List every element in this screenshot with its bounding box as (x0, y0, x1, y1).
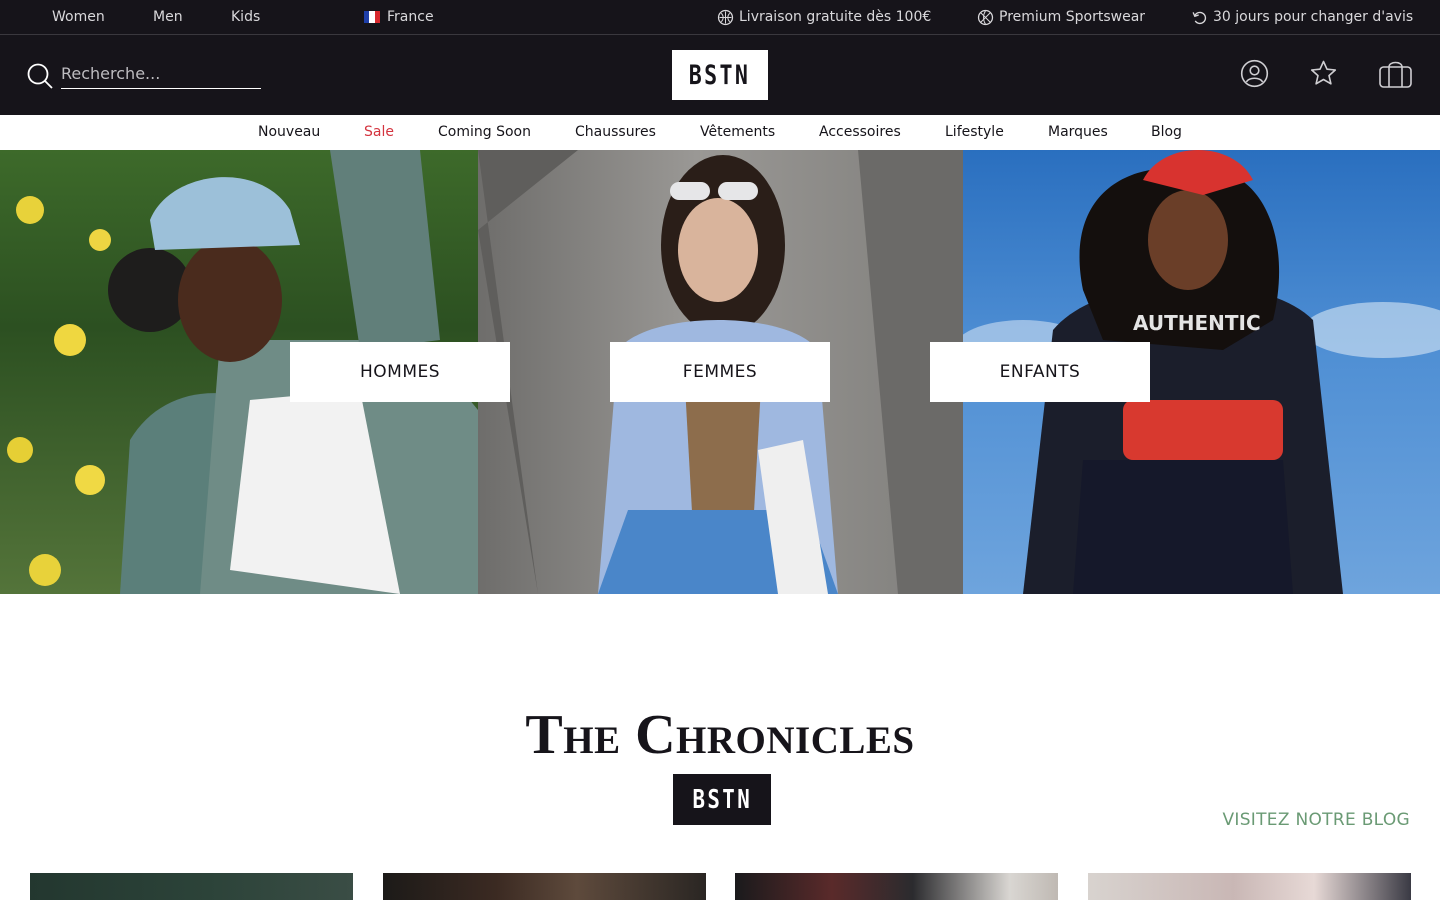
basketball-icon (977, 9, 994, 25)
nav-item-blog[interactable]: Blog (1151, 115, 1182, 150)
account-icon (1240, 59, 1269, 88)
nav-item-accessoires[interactable]: Accessoires (819, 115, 901, 150)
visit-blog-link[interactable]: VISITEZ NOTRE BLOG (1222, 810, 1410, 830)
usp-returns-label: 30 jours pour changer d'avis (1213, 9, 1414, 25)
blog-card-image[interactable] (735, 873, 1058, 900)
nav-item-chaussures[interactable]: Chaussures (575, 115, 656, 150)
cart-button[interactable] (1378, 59, 1413, 89)
chronicles-title: The Chronicles (525, 704, 915, 766)
search-icon[interactable] (26, 62, 54, 90)
nav-item-vetements[interactable]: Vêtements (700, 115, 775, 150)
site-header: BSTN (0, 35, 1440, 115)
ball-icon (717, 9, 734, 25)
category-button-women[interactable]: FEMMES (610, 342, 830, 402)
nav-item-lifestyle[interactable]: Lifestyle (945, 115, 1004, 150)
svg-text:AUTHENTIC: AUTHENTIC (1133, 311, 1261, 335)
logo-text: BSTN (689, 59, 751, 91)
main-navigation: Nouveau Sale Coming Soon Chaussures Vête… (0, 115, 1440, 150)
shopping-bag-icon (1379, 61, 1412, 88)
usp-premium-label: Premium Sportswear (999, 9, 1146, 25)
star-icon (1310, 60, 1337, 85)
audience-link-men[interactable]: Men (153, 0, 183, 34)
country-label: France (387, 9, 434, 25)
search-input[interactable] (61, 58, 261, 89)
france-flag-icon (364, 11, 380, 23)
nav-item-sale[interactable]: Sale (364, 115, 394, 150)
usp-premium: Premium Sportswear (977, 0, 1145, 34)
usp-returns: 30 jours pour changer d'avis (1191, 0, 1413, 34)
chronicles-bstn-logo: BSTN (673, 774, 771, 825)
audience-link-women[interactable]: Women (52, 0, 105, 34)
top-utility-bar: Women Men Kids France Livraison gratuite… (0, 0, 1440, 35)
nav-item-marques[interactable]: Marques (1048, 115, 1108, 150)
audience-link-kids[interactable]: Kids (231, 0, 260, 34)
account-button[interactable] (1240, 59, 1269, 88)
wishlist-button[interactable] (1309, 59, 1338, 88)
country-selector[interactable]: France (364, 0, 434, 34)
category-button-kids[interactable]: ENFANTS (930, 342, 1150, 402)
nav-item-coming-soon[interactable]: Coming Soon (438, 115, 531, 150)
hero-category-banner: AUTHENTIC HOMMES FEMMES ENFANTS (0, 150, 1440, 594)
blog-card-image[interactable] (1088, 873, 1411, 900)
blog-card-image[interactable] (383, 873, 706, 900)
nav-item-nouveau[interactable]: Nouveau (258, 115, 320, 150)
usp-free-shipping-label: Livraison gratuite dès 100€ (739, 9, 932, 25)
category-button-men[interactable]: HOMMES (290, 342, 510, 402)
blog-card-image[interactable] (30, 873, 353, 900)
chronicles-logo-text: BSTN (692, 784, 752, 815)
search-bar (26, 58, 262, 90)
bstn-logo[interactable]: BSTN (672, 50, 768, 100)
usp-free-shipping: Livraison gratuite dès 100€ (717, 0, 931, 34)
return-arrow-icon (1192, 11, 1207, 24)
